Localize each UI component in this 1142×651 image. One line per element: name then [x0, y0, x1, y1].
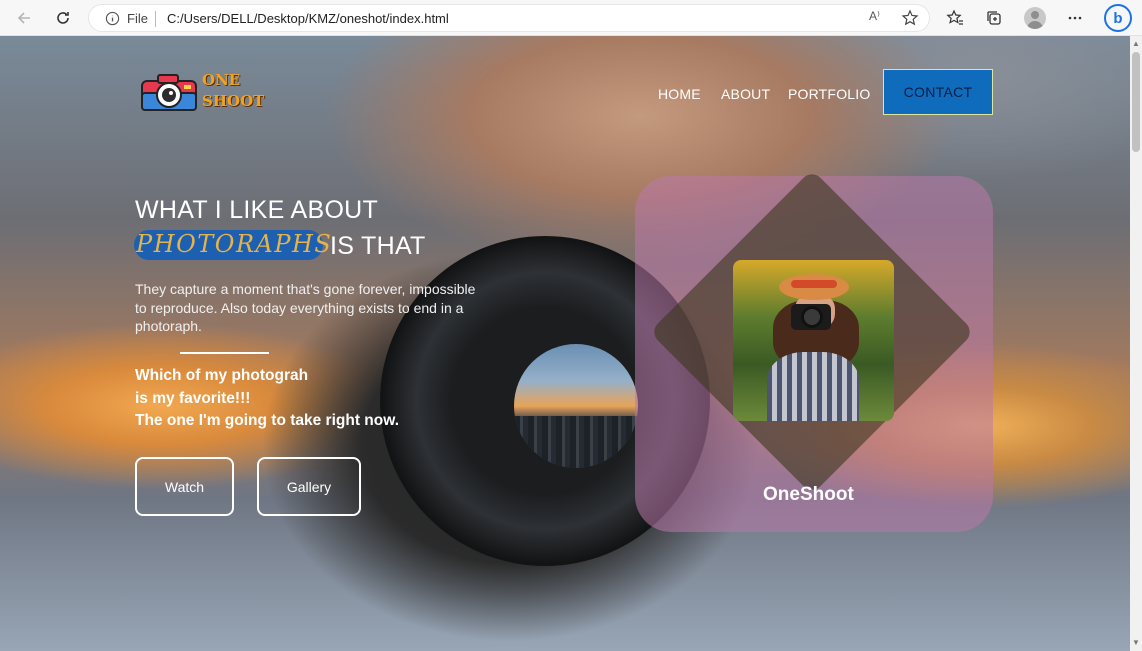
reload-icon: [57, 12, 69, 24]
scroll-down-icon[interactable]: ▼: [1132, 639, 1140, 647]
back-button[interactable]: [10, 4, 38, 32]
collections-button[interactable]: [982, 6, 1006, 30]
more-icon: [1068, 16, 1082, 20]
site-logo[interactable]: ONE SHOOT: [140, 70, 264, 114]
hero-accent-word: PHOTORAPHS: [136, 230, 333, 258]
hero-quote-line-2: is my favorite!!!: [135, 389, 251, 407]
hero-heading-rest: IS THAT: [330, 232, 426, 260]
logo-text: ONE SHOOT: [202, 70, 264, 112]
nav-portfolio[interactable]: PORTFOLIO: [788, 86, 870, 102]
info-icon[interactable]: [105, 11, 120, 26]
browser-toolbar: File C:/Users/DELL/Desktop/KMZ/oneshot/i…: [0, 0, 1142, 36]
gallery-button[interactable]: Gallery: [257, 457, 361, 516]
hero-description: They capture a moment that's gone foreve…: [135, 281, 476, 334]
collections-icon: [987, 11, 1001, 25]
hero-divider: [180, 352, 269, 354]
address-divider: [155, 11, 156, 27]
url-text[interactable]: C:/Users/DELL/Desktop/KMZ/oneshot/index.…: [167, 11, 449, 26]
nav-about[interactable]: ABOUT: [721, 86, 770, 102]
logo-line-1: ONE: [202, 71, 241, 89]
read-aloud-icon[interactable]: A⁾: [869, 9, 880, 23]
logo-line-2: SHOOT: [202, 92, 265, 110]
camera-logo-icon: [141, 74, 197, 111]
reload-button[interactable]: [49, 4, 77, 32]
favorites-button[interactable]: [943, 6, 967, 30]
lens-city-reflection: [514, 344, 638, 468]
scroll-thumb[interactable]: [1132, 52, 1140, 152]
scroll-up-icon[interactable]: ▲: [1132, 40, 1140, 48]
profile-icon[interactable]: [1024, 7, 1046, 29]
favorites-icon: [946, 9, 963, 25]
hero-quote-line-1: Which of my photograh: [135, 367, 309, 384]
add-favorite-icon[interactable]: [901, 9, 919, 27]
page-viewport: ONE SHOOT HOME ABOUT PORTFOLIO CONTACT W…: [0, 36, 1130, 651]
address-bar[interactable]: File C:/Users/DELL/Desktop/KMZ/oneshot/i…: [88, 4, 930, 32]
file-label: File: [127, 11, 148, 26]
photographer-portrait[interactable]: [733, 260, 894, 421]
hero-heading-line-1: WHAT I LIKE ABOUT: [135, 196, 379, 224]
hero-quote-line-3: The one I'm going to take right now.: [135, 412, 400, 429]
nav-home[interactable]: HOME: [658, 86, 701, 102]
more-menu-button[interactable]: [1063, 6, 1087, 30]
hero-quote: Which of my photograh is my favorite!!! …: [135, 365, 399, 433]
card-title: OneShoot: [763, 484, 854, 505]
watch-button[interactable]: Watch: [135, 457, 234, 516]
back-arrow-icon: [17, 12, 30, 24]
bing-icon[interactable]: b: [1104, 4, 1132, 32]
contact-button[interactable]: CONTACT: [883, 69, 993, 115]
page-scrollbar[interactable]: ▲ ▼: [1130, 36, 1142, 651]
